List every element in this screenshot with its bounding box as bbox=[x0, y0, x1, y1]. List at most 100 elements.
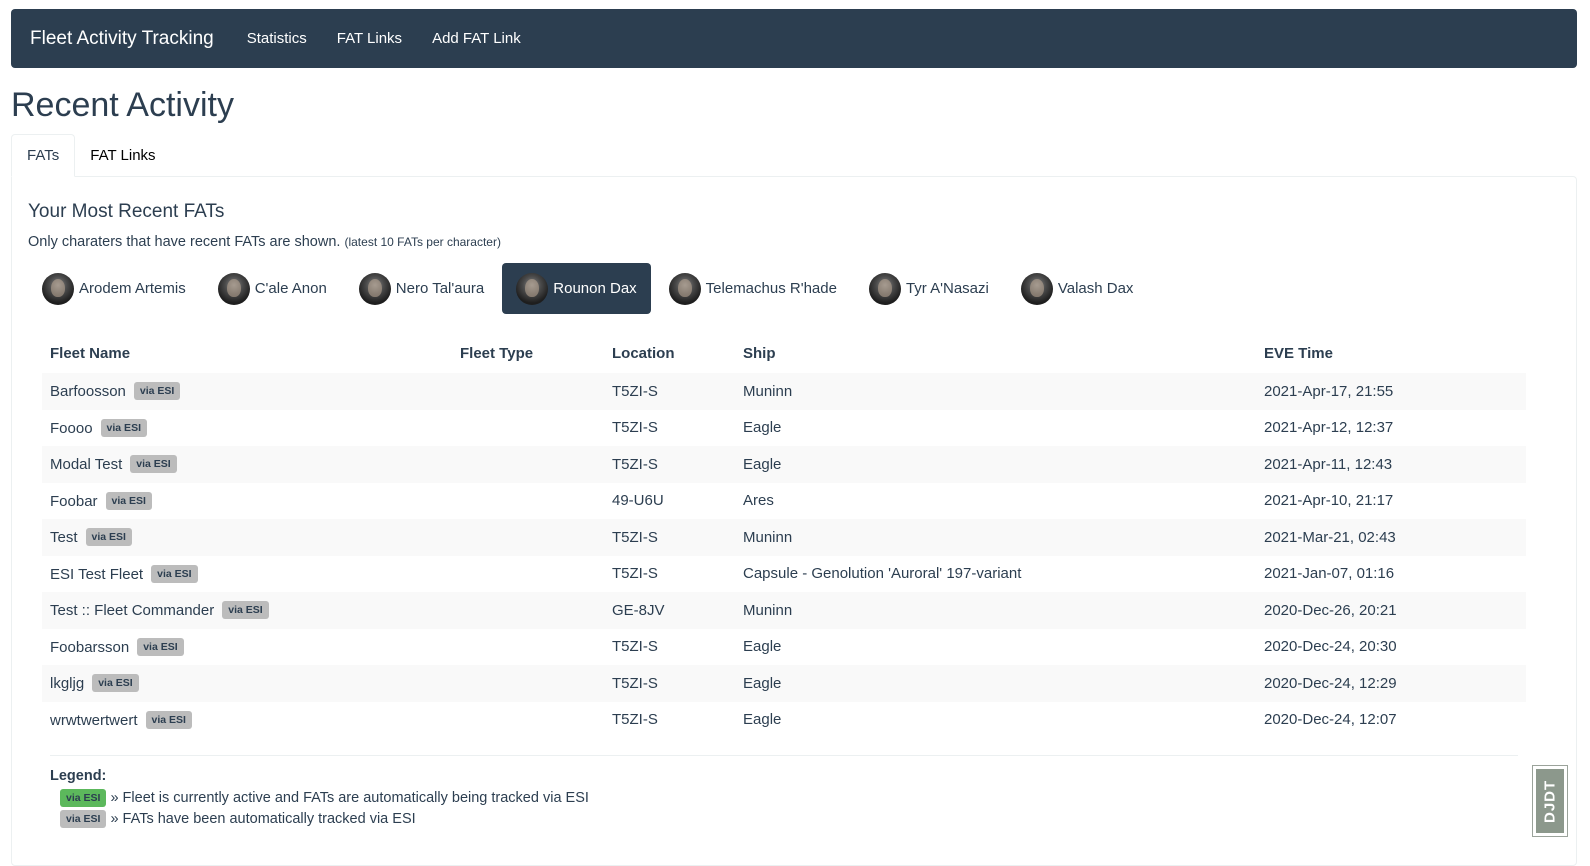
character-pill-valash-dax[interactable]: Valash Dax bbox=[1007, 263, 1148, 314]
character-name: Tyr A'Nasazi bbox=[905, 280, 989, 297]
cell-eve-time: 2020-Dec-26, 20:21 bbox=[1256, 592, 1526, 629]
character-name: Arodem Artemis bbox=[79, 280, 186, 297]
via-esi-badge: via ESI bbox=[137, 637, 184, 656]
via-esi-badge: via ESI bbox=[100, 418, 147, 437]
fleet-name: Test :: Fleet Commander bbox=[50, 602, 215, 620]
nav-link-statistics[interactable]: Statistics bbox=[247, 30, 307, 47]
table-row: Foobarsson via ESI T5ZI-S Eagle 2020-Dec-… bbox=[42, 629, 1526, 666]
cell-ship: Eagle bbox=[743, 419, 782, 437]
tab-fat-links[interactable]: FAT Links bbox=[75, 134, 170, 177]
cell-location: GE-8JV bbox=[604, 592, 735, 629]
cell-fleet-type bbox=[452, 519, 604, 556]
table-row: ESI Test Fleet via ESI T5ZI-S Capsule - G… bbox=[42, 556, 1526, 593]
via-esi-badge: via ESI bbox=[145, 710, 192, 729]
character-name: C'ale Anon bbox=[254, 280, 327, 297]
fleet-name: wrwtwertwert bbox=[50, 711, 138, 729]
debug-toolbar-toggle[interactable]: DJDT bbox=[1532, 765, 1568, 837]
cell-eve-time: 2021-Apr-17, 21:55 bbox=[1256, 373, 1526, 410]
cell-ship: Eagle bbox=[743, 638, 782, 656]
cell-location: T5ZI-S bbox=[604, 519, 735, 556]
legend-item-tracked: via ESI » FATs have been automatically t… bbox=[60, 809, 1518, 828]
cell-eve-time: 2021-Jan-07, 01:16 bbox=[1264, 565, 1395, 583]
character-name: Nero Tal'aura bbox=[395, 280, 485, 297]
tab-fats[interactable]: FATs bbox=[11, 134, 76, 177]
cell-fleet-name: Test :: Fleet Commander via ESI bbox=[42, 592, 452, 629]
character-name: Telemachus R'hade bbox=[705, 280, 837, 297]
cell-location: T5ZI-S bbox=[612, 638, 658, 656]
cell-ship: Capsule - Genolution 'Auroral' 197-varia… bbox=[743, 565, 1022, 583]
table-row: Test via ESI T5ZI-S Muninn 2021-Mar-21, 0… bbox=[42, 519, 1526, 556]
table-row: Foobar via ESI 49-U6U Ares 2021-Apr-10, 2… bbox=[42, 483, 1526, 520]
via-esi-badge: via ESI bbox=[130, 455, 177, 474]
cell-ship: Muninn bbox=[735, 519, 1256, 556]
cell-fleet-name: lkgljg via ESI bbox=[42, 665, 452, 702]
legend-title: Legend: bbox=[50, 768, 107, 784]
header-ship: Ship bbox=[743, 345, 776, 362]
cell-ship: Eagle bbox=[735, 446, 1256, 483]
character-pill-nero-talaura[interactable]: Nero Tal'aura bbox=[345, 263, 498, 314]
via-esi-badge: via ESI bbox=[85, 528, 132, 547]
section-description: Only charaters that have recent FATs are… bbox=[28, 234, 501, 250]
cell-fleet-type bbox=[452, 373, 604, 410]
via-esi-badge: via ESI bbox=[92, 674, 139, 693]
legend-text-active: » Fleet is currently active and FATs are… bbox=[110, 789, 589, 806]
table-row: Modal Test via ESI T5ZI-S Eagle 2021-Apr-… bbox=[42, 446, 1526, 483]
via-esi-badge: via ESI bbox=[151, 564, 198, 583]
character-portrait-avatar bbox=[358, 272, 391, 305]
cell-ship: Muninn bbox=[735, 373, 1256, 410]
character-pill-arodem-artemis[interactable]: Arodem Artemis bbox=[28, 263, 200, 314]
cell-eve-time: 2020-Dec-24, 12:29 bbox=[1256, 665, 1526, 702]
cell-fleet-name: Foooo via ESI bbox=[42, 410, 452, 447]
cell-location: T5ZI-S bbox=[612, 419, 658, 437]
cell-location: T5ZI-S bbox=[604, 446, 735, 483]
cell-fleet-name: Barfoosson via ESI bbox=[42, 373, 452, 410]
cell-eve-time: 2021-Apr-10, 21:17 bbox=[1264, 492, 1394, 510]
section-desc-note: (latest 10 FATs per character) bbox=[344, 235, 501, 249]
via-esi-badge: via ESI bbox=[222, 601, 269, 620]
cell-ship: Ares bbox=[743, 492, 774, 510]
cell-fleet-type bbox=[452, 410, 604, 447]
legend-text-tracked: » FATs have been automatically tracked v… bbox=[110, 810, 416, 827]
character-pill-telemachus-rhade[interactable]: Telemachus R'hade bbox=[655, 263, 851, 314]
nav-link-fat-links[interactable]: FAT Links bbox=[337, 30, 402, 47]
character-portrait-avatar bbox=[668, 272, 701, 305]
cell-fleet-name: ESI Test Fleet via ESI bbox=[42, 556, 452, 593]
character-pill-rounon-dax[interactable]: Rounon Dax bbox=[502, 263, 651, 314]
cell-eve-time: 2020-Dec-24, 12:07 bbox=[1264, 711, 1397, 729]
legend-item-active: via ESI » Fleet is currently active and … bbox=[60, 788, 1518, 807]
debug-toolbar-label: DJDT bbox=[1536, 769, 1564, 833]
character-pill-tyr-anasazi[interactable]: Tyr A'Nasazi bbox=[855, 263, 1003, 314]
character-pill-cale-anon[interactable]: C'ale Anon bbox=[204, 263, 341, 314]
table-row: Barfoosson via ESI T5ZI-S Muninn 2021-Apr… bbox=[42, 373, 1526, 410]
cell-eve-time: 2021-Mar-21, 02:43 bbox=[1256, 519, 1526, 556]
cell-fleet-type bbox=[452, 483, 604, 520]
via-esi-badge: via ESI bbox=[133, 382, 181, 401]
fleet-name: ESI Test Fleet bbox=[50, 565, 144, 583]
fats-table: Fleet Name Fleet Type Location Ship EVE … bbox=[42, 334, 1526, 738]
top-navbar: Fleet Activity Tracking Statistics FAT L… bbox=[11, 9, 1577, 68]
character-portrait-avatar bbox=[868, 272, 901, 305]
fleet-name: Foobarsson bbox=[50, 638, 130, 656]
cell-location: 49-U6U bbox=[612, 492, 664, 510]
cell-location: T5ZI-S bbox=[604, 665, 735, 702]
table-row: Test :: Fleet Commander via ESI GE-8JV Mu… bbox=[42, 592, 1526, 629]
fleet-name: Barfoosson bbox=[50, 383, 126, 401]
fleet-name: lkgljg bbox=[50, 675, 85, 693]
cell-ship: Eagle bbox=[743, 711, 782, 729]
brand-link[interactable]: Fleet Activity Tracking bbox=[30, 28, 214, 50]
via-esi-active-badge: via ESI bbox=[60, 788, 107, 807]
cell-fleet-name: Foobarsson via ESI bbox=[42, 629, 452, 666]
header-eve-time: EVE Time bbox=[1264, 345, 1333, 362]
fleet-name: Foobar bbox=[50, 492, 98, 510]
fleet-name: Modal Test bbox=[50, 456, 123, 474]
section-desc-text: Only charaters that have recent FATs are… bbox=[28, 234, 341, 250]
character-name: Valash Dax bbox=[1057, 280, 1134, 297]
cell-fleet-name: Foobar via ESI bbox=[42, 483, 452, 520]
table-row: Foooo via ESI T5ZI-S Eagle 2021-Apr-12, 1… bbox=[42, 410, 1526, 447]
cell-fleet-type bbox=[452, 556, 604, 593]
nav-link-add-fat-link[interactable]: Add FAT Link bbox=[432, 30, 521, 47]
cell-ship: Muninn bbox=[735, 592, 1256, 629]
character-portrait-avatar bbox=[1020, 272, 1053, 305]
cell-fleet-type bbox=[452, 446, 604, 483]
fleet-name: Foooo bbox=[50, 419, 93, 437]
